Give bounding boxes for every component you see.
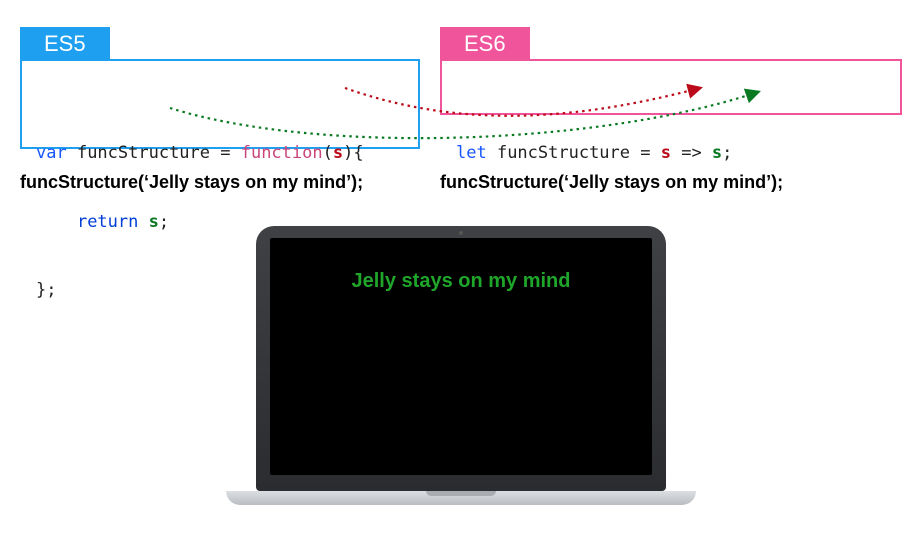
- es6-text: funcStructure =: [487, 143, 661, 163]
- es5-text: funcStructure =: [67, 143, 241, 163]
- es6-code-panel: ES6 let funcStructure = s => s;: [440, 59, 902, 115]
- laptop-base: [226, 491, 696, 505]
- es6-arrow: =>: [671, 143, 712, 163]
- es5-brace: ){: [343, 143, 363, 163]
- es5-tab-label: ES5: [44, 29, 86, 59]
- es6-param-s: s: [661, 143, 671, 163]
- es5-kw-function: function: [241, 143, 323, 163]
- es5-semi: ;: [159, 212, 169, 232]
- es6-tab-label: ES6: [464, 29, 506, 59]
- laptop-notch: [426, 491, 496, 496]
- es5-tab: ES5: [20, 27, 110, 61]
- es6-code-line1: let funcStructure = s => s;: [456, 142, 886, 165]
- laptop-screen: Jelly stays on my mind: [270, 238, 652, 475]
- es6-return-s: s: [712, 143, 722, 163]
- es5-code-panel: ES5 var funcStructure = function(s){ ret…: [20, 59, 420, 149]
- es6-call-expression: funcStructure(‘Jelly stays on my mind’);: [440, 172, 783, 193]
- laptop-graphic: Jelly stays on my mind: [256, 226, 666, 505]
- es5-space: [138, 212, 148, 232]
- es5-code-line1: var funcStructure = function(s){: [36, 142, 404, 165]
- es5-return-s: s: [149, 212, 159, 232]
- laptop-lid: Jelly stays on my mind: [256, 226, 666, 491]
- es5-param-s: s: [333, 143, 343, 163]
- camera-icon: [459, 231, 463, 235]
- es5-kw-return: return: [77, 212, 138, 232]
- es6-semi: ;: [722, 143, 732, 163]
- es6-kw-let: let: [456, 143, 487, 163]
- es5-paren: (: [323, 143, 333, 163]
- es5-kw-var: var: [36, 143, 67, 163]
- es5-call-expression: funcStructure(‘Jelly stays on my mind’);: [20, 172, 363, 193]
- es5-indent: [36, 212, 77, 232]
- output-text: Jelly stays on my mind: [352, 270, 571, 293]
- es6-tab: ES6: [440, 27, 530, 61]
